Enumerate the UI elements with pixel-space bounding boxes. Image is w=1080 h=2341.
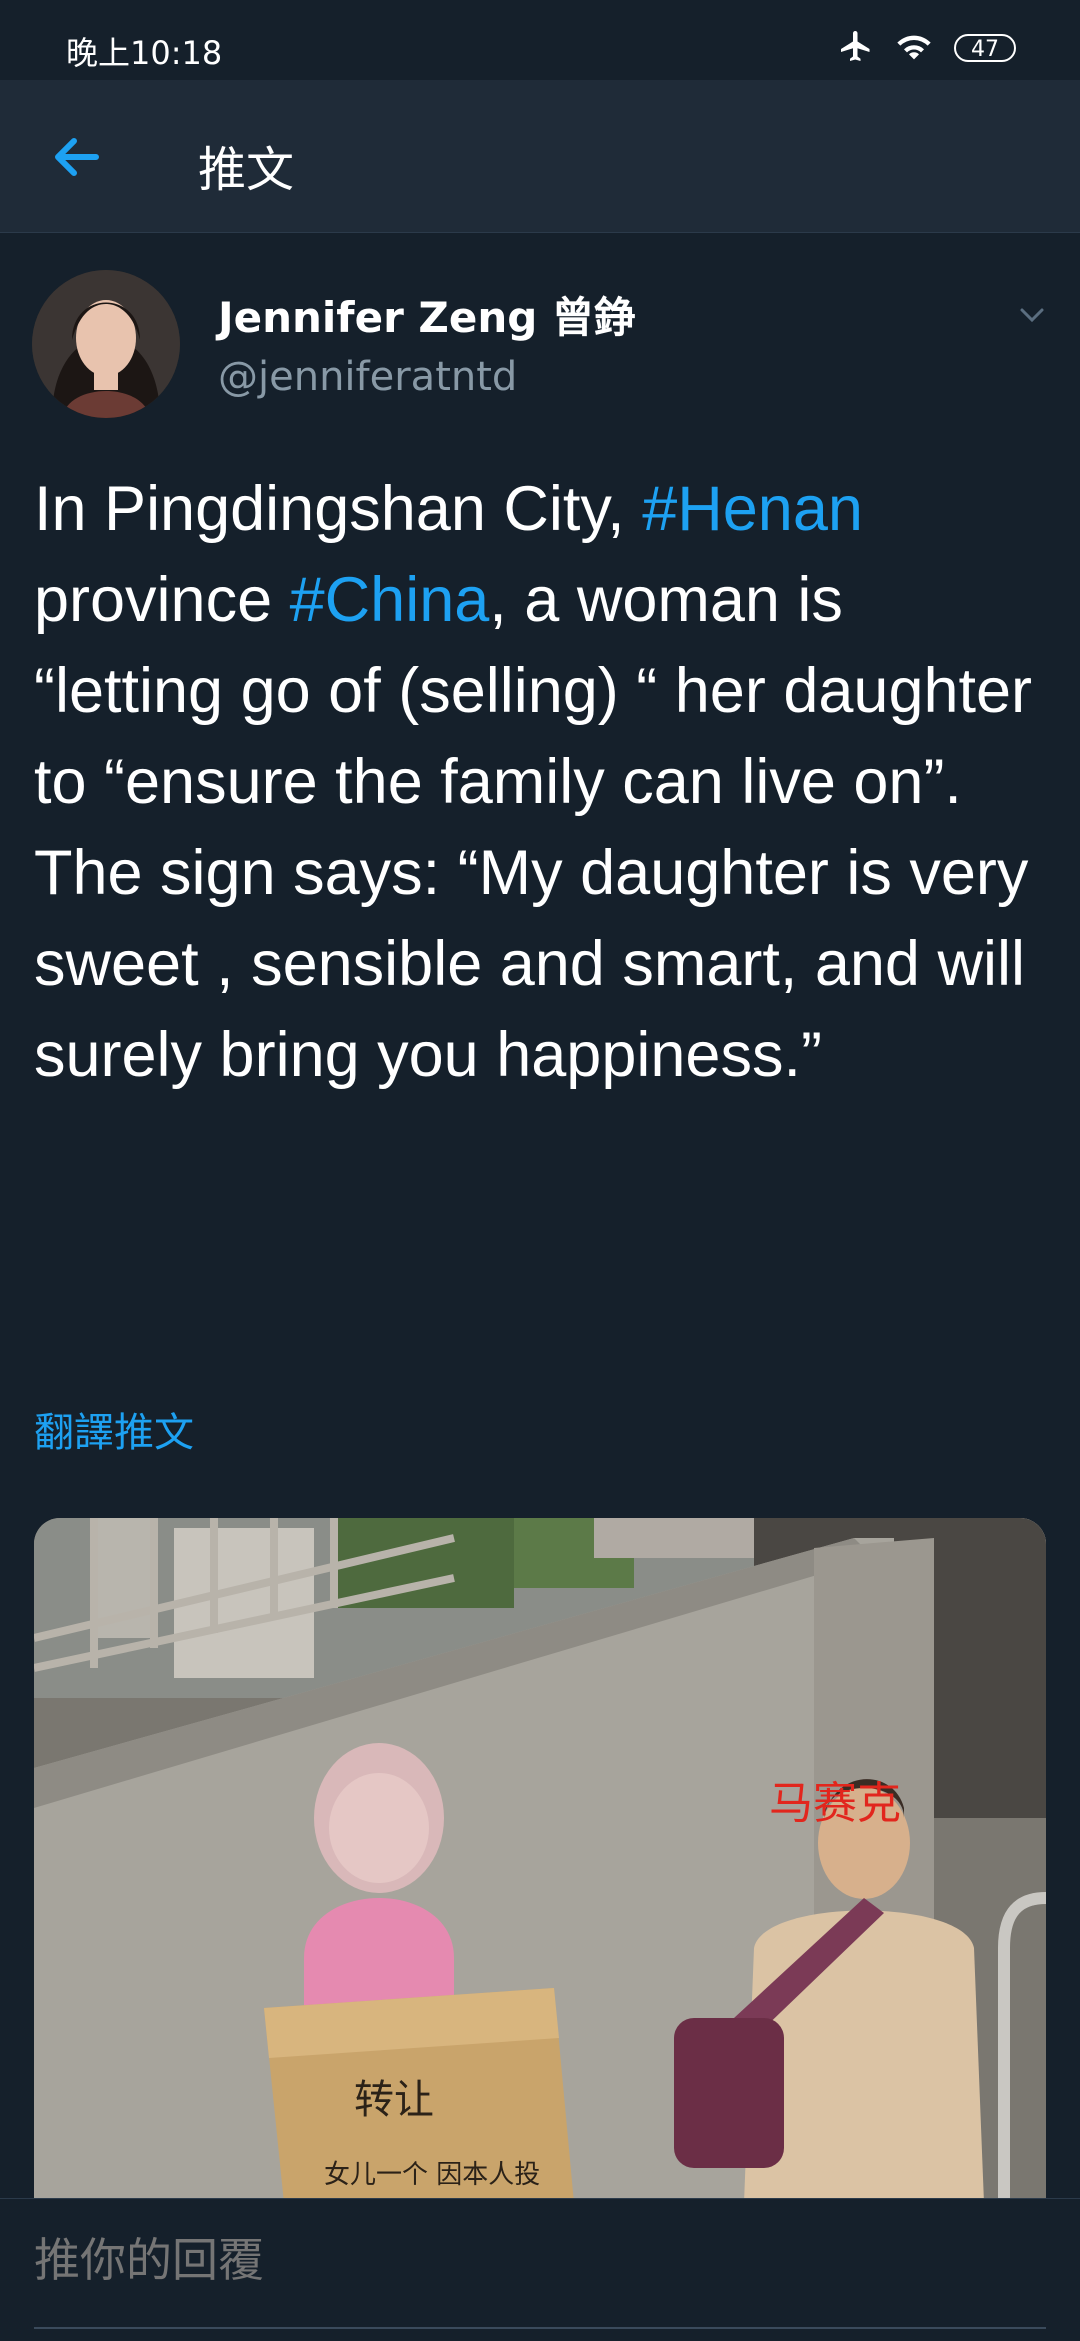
sign-text-2: 女儿一个 因本人投: [324, 2160, 540, 2190]
translate-tweet-link[interactable]: 翻譯推文: [34, 1400, 194, 1458]
tweet-text-part: province: [34, 565, 290, 635]
tweet-media[interactable]: 转让 女儿一个 因本人投 马赛克: [34, 1518, 1046, 2203]
reply-underline: [34, 2327, 1046, 2329]
status-time: 晚上10:18: [66, 34, 223, 72]
tweet-text-part: , a woman is “letting go of (selling) “ …: [34, 565, 1033, 1090]
app-bar: 推文: [0, 80, 1080, 233]
chevron-down-icon[interactable]: [1012, 300, 1052, 330]
reply-input[interactable]: [34, 2233, 1034, 2287]
airplane-icon: [838, 28, 874, 68]
watermark-text: 马赛克: [769, 1778, 901, 1829]
sign-text-1: 转让: [354, 2077, 434, 2123]
tweet-text: In Pingdingshan City, #Henan province #C…: [34, 464, 1044, 1101]
tweet-text-part: In Pingdingshan City,: [34, 474, 643, 544]
battery-icon: 47: [954, 34, 1016, 62]
back-arrow-icon[interactable]: [44, 132, 104, 182]
avatar[interactable]: [32, 270, 180, 418]
page-title: 推文: [198, 142, 295, 198]
status-bar: 晚上10:18 47: [0, 0, 1080, 80]
hashtag-henan[interactable]: #Henan: [642, 474, 863, 544]
author-name[interactable]: Jennifer Zeng 曾錚: [218, 284, 636, 345]
hashtag-china[interactable]: #China: [290, 565, 490, 635]
reply-bar: [0, 2198, 1080, 2329]
tweet-photo: 转让 女儿一个 因本人投 马赛克: [34, 1518, 1046, 2203]
wifi-icon: [894, 29, 934, 67]
status-icons: 47: [838, 28, 1016, 68]
author-handle[interactable]: @jenniferatntd: [218, 354, 517, 400]
